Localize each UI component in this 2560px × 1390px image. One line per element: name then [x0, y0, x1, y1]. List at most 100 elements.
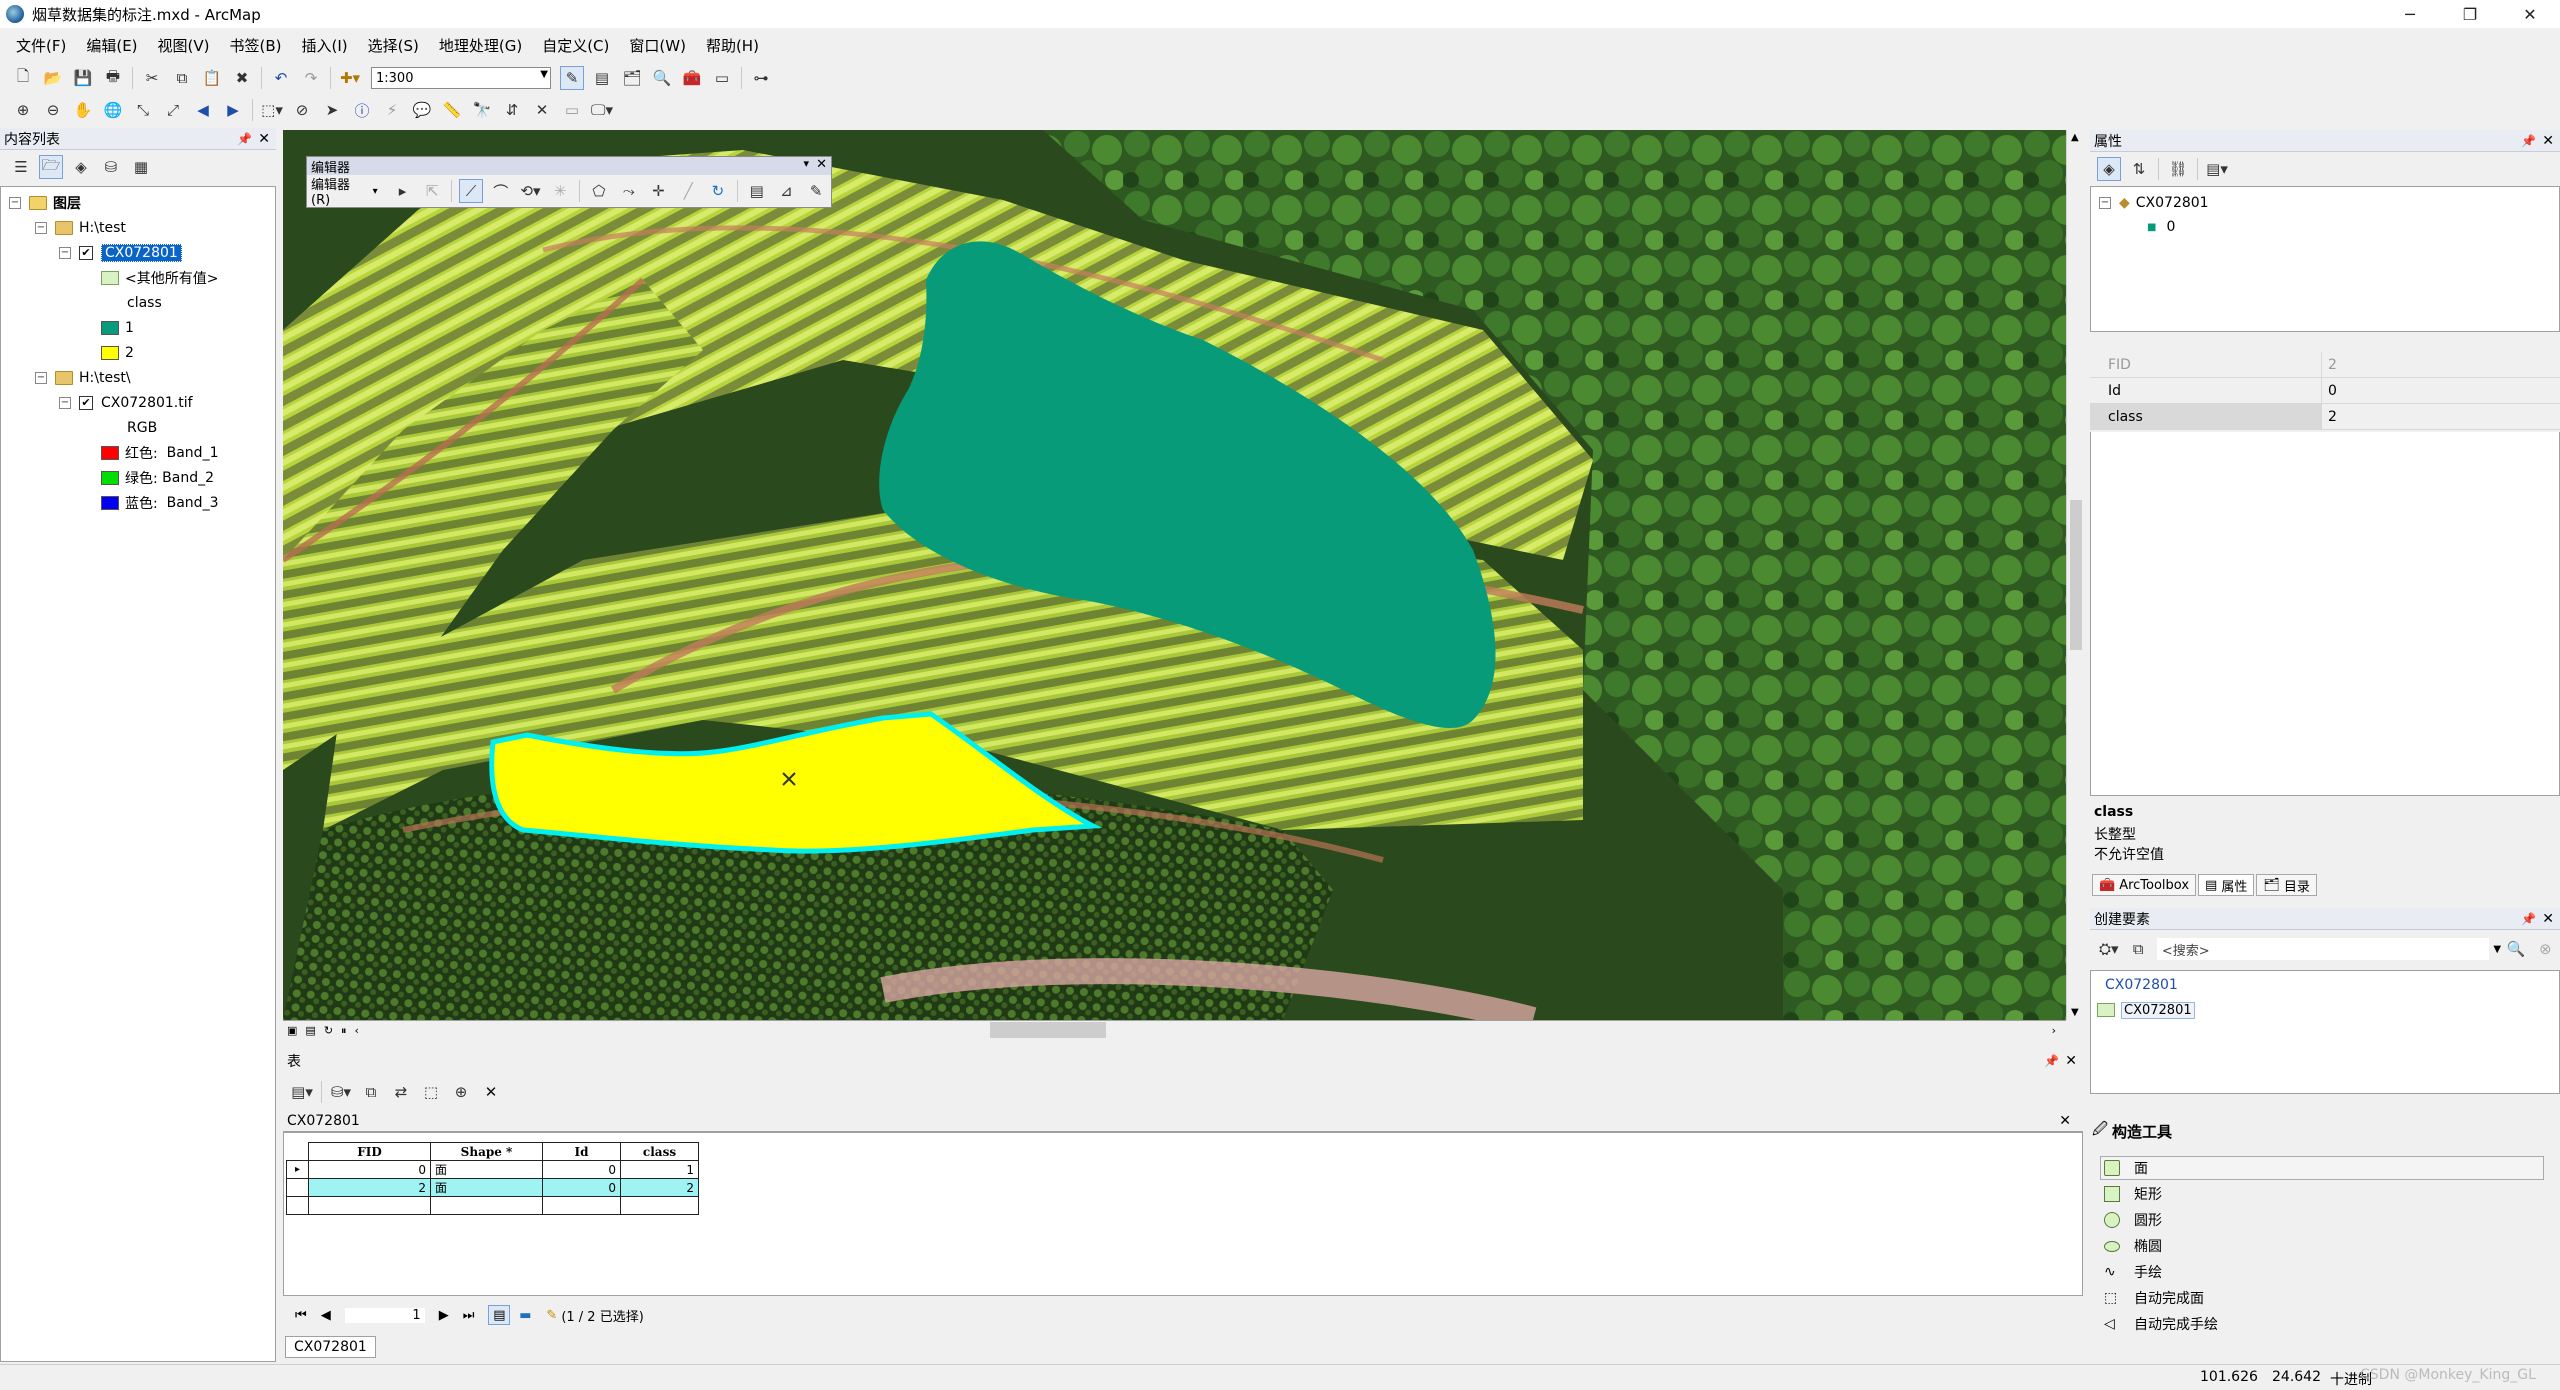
redo-icon[interactable]: ↷: [299, 66, 323, 90]
straight-segment-icon[interactable]: ⟋: [459, 179, 483, 203]
create-features-icon[interactable]: ✎: [804, 179, 828, 203]
save-icon[interactable]: 💾: [71, 66, 95, 90]
list-by-source-icon[interactable]: 🗁: [39, 155, 63, 179]
table-row[interactable]: ▸ 0 面 0 1: [286, 1160, 699, 1179]
cell-empty[interactable]: [620, 1196, 699, 1215]
collapse-icon[interactable]: −: [35, 372, 47, 384]
close-icon[interactable]: ✕: [2059, 1113, 2071, 1129]
edit-tool-arrow-icon[interactable]: ▸: [391, 179, 415, 203]
menu-file[interactable]: 文件(F): [6, 35, 76, 56]
cell-shape[interactable]: 面: [430, 1178, 543, 1197]
collapse-icon[interactable]: −: [9, 197, 21, 209]
menu-windows[interactable]: 窗口(W): [619, 35, 696, 56]
cell-empty[interactable]: [542, 1196, 621, 1215]
toc-layer-name[interactable]: CX072801.tif: [101, 395, 193, 411]
arctoolbox-icon[interactable]: 🧰: [680, 66, 704, 90]
zoom-in-icon[interactable]: ⊕: [11, 98, 35, 122]
tab-catalog[interactable]: 🗂 目录: [2256, 874, 2317, 896]
show-selected-records-icon[interactable]: ▬: [514, 1305, 536, 1325]
list-by-drawing-order-icon[interactable]: ☰: [9, 155, 33, 179]
switch-selection-icon[interactable]: ⇄: [389, 1080, 413, 1104]
attribute-value[interactable]: 2: [2322, 404, 2337, 429]
identify-icon[interactable]: ⓘ: [350, 98, 374, 122]
chevron-down-icon[interactable]: ▾: [803, 157, 809, 170]
undo-icon[interactable]: ↶: [269, 66, 293, 90]
zoom-out-icon[interactable]: ⊖: [41, 98, 65, 122]
related-tables-icon[interactable]: ⛁▾: [329, 1080, 353, 1104]
select-features-icon[interactable]: ⬚▾: [260, 98, 284, 122]
cell-empty[interactable]: [430, 1196, 543, 1215]
hyperlink-icon[interactable]: ⚡: [380, 98, 404, 122]
select-by-attributes-icon[interactable]: ⧉: [359, 1080, 383, 1104]
table-bottom-tab[interactable]: CX072801: [285, 1336, 376, 1358]
clear-selection-icon[interactable]: ⊘: [290, 98, 314, 122]
fixed-zoom-in-icon[interactable]: ⤡: [131, 98, 155, 122]
tab-attributes[interactable]: ▤ 属性: [2198, 874, 2255, 896]
cell-class[interactable]: 1: [620, 1160, 699, 1179]
select-elements-arrow-icon[interactable]: ➤: [320, 98, 344, 122]
map-horizontal-scroll-thumb[interactable]: [990, 1022, 1106, 1038]
end-point-arc-icon[interactable]: ⌒: [489, 179, 513, 203]
reshape-feature-icon[interactable]: ⤳: [617, 179, 641, 203]
column-header-class[interactable]: class: [620, 1142, 699, 1161]
attribute-value[interactable]: 0: [2322, 378, 2337, 403]
time-slider-icon[interactable]: ▭: [560, 98, 584, 122]
menu-selection[interactable]: 选择(S): [358, 35, 429, 56]
close-icon[interactable]: ✕: [258, 131, 270, 147]
splitter[interactable]: [2090, 1098, 2560, 1112]
find-binoculars-icon[interactable]: 🔭: [470, 98, 494, 122]
row-selector[interactable]: [286, 1196, 309, 1215]
cell-fid[interactable]: 2: [308, 1178, 431, 1197]
pin-icon[interactable]: 📌: [2044, 1054, 2059, 1068]
map-scale-select[interactable]: 1:300 ▼: [371, 67, 551, 89]
new-document-icon[interactable]: 🗋: [11, 66, 35, 90]
collapse-icon[interactable]: −: [35, 222, 47, 234]
table-of-contents-icon[interactable]: ▤: [590, 66, 614, 90]
toc-legend-row[interactable]: 1: [101, 316, 134, 340]
close-icon[interactable]: ✕: [2542, 911, 2554, 927]
edit-annotation-icon[interactable]: ⇱: [420, 179, 444, 203]
toc-layer-row[interactable]: − ✔ CX072801.tif: [59, 391, 193, 415]
first-record-icon[interactable]: ⏮: [295, 1308, 307, 1323]
pin-icon[interactable]: 📌: [2521, 912, 2536, 926]
table-row[interactable]: 2 面 0 2: [286, 1178, 699, 1197]
forward-arrow-icon[interactable]: ▶: [221, 98, 245, 122]
template-item[interactable]: CX072801: [2097, 999, 2195, 1021]
attribute-row[interactable]: Id 0: [2090, 378, 2560, 404]
list-by-visibility-icon[interactable]: ◈: [69, 155, 93, 179]
zoom-to-selected-icon[interactable]: ⊕: [449, 1080, 473, 1104]
attributes-window-icon[interactable]: ▤: [745, 179, 769, 203]
symbol-swatch[interactable]: [101, 321, 119, 335]
previous-record-icon[interactable]: ◀: [321, 1308, 331, 1323]
measure-icon[interactable]: 📏: [440, 98, 464, 122]
row-current-pointer-icon[interactable]: ▸: [286, 1160, 309, 1179]
scroll-left-arrow-icon[interactable]: ‹: [355, 1024, 359, 1037]
collapse-icon[interactable]: −: [2099, 197, 2111, 209]
add-data-icon[interactable]: ✚▾: [338, 66, 362, 90]
tab-arctoolbox[interactable]: 🧰 ArcToolbox: [2092, 874, 2197, 896]
construction-tool-circle[interactable]: 圆形: [2104, 1208, 2162, 1232]
editor-toolbar-icon[interactable]: ✎: [560, 66, 584, 90]
show-all-records-icon[interactable]: ▤: [488, 1305, 511, 1325]
table-row[interactable]: [286, 1196, 699, 1215]
pin-icon[interactable]: 📌: [237, 132, 252, 146]
find-route-icon[interactable]: ⇵: [500, 98, 524, 122]
construction-tool-auto-complete-freehand[interactable]: ◁ 自动完成手绘: [2104, 1312, 2218, 1336]
refresh-icon[interactable]: ↻: [324, 1024, 333, 1037]
go-to-xy-icon[interactable]: ✕: [530, 98, 554, 122]
toc-options-icon[interactable]: ▦: [129, 155, 153, 179]
toc-legend-row[interactable]: 2: [101, 341, 134, 365]
pin-icon[interactable]: 📌: [2521, 134, 2536, 148]
back-arrow-icon[interactable]: ◀: [191, 98, 215, 122]
copy-icon[interactable]: ⧉: [170, 66, 194, 90]
model-builder-icon[interactable]: ⊶: [749, 66, 773, 90]
column-header-shape[interactable]: Shape *: [430, 1142, 543, 1161]
collapse-icon[interactable]: −: [59, 397, 71, 409]
rotate-tool-icon[interactable]: ↻: [706, 179, 730, 203]
column-header-id[interactable]: Id: [542, 1142, 621, 1161]
scroll-up-arrow-icon[interactable]: ▲: [2071, 132, 2079, 143]
clear-search-icon[interactable]: ⊗: [2534, 937, 2557, 961]
construction-tool-polygon[interactable]: 面: [2104, 1156, 2148, 1180]
toc-band-row[interactable]: 绿色: Band_2: [101, 466, 214, 490]
toc-group-row[interactable]: − H:\test: [35, 216, 126, 240]
